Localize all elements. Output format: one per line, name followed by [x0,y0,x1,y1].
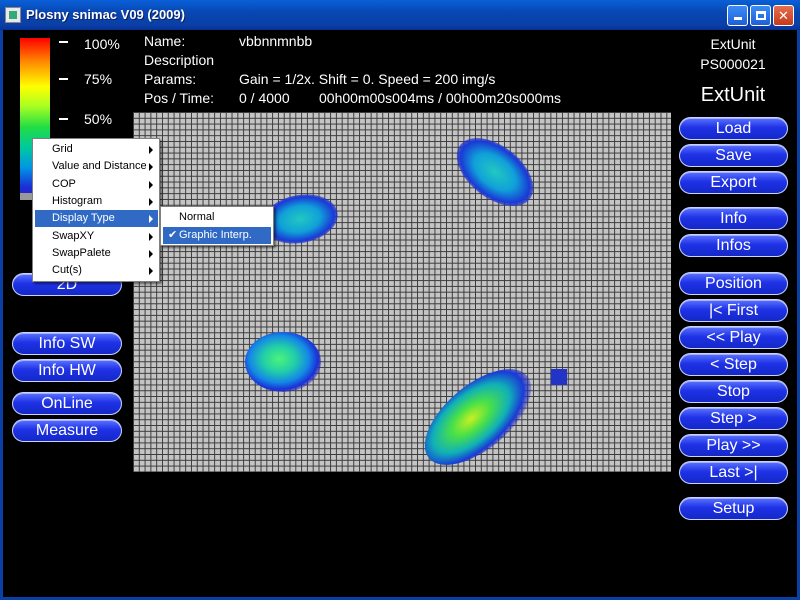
name-label: Name: [144,33,186,49]
window-title: Plosny snimac V09 (2009) [26,7,185,22]
save-button[interactable]: Save [679,144,788,167]
unit-serial: PS000021 [700,56,766,72]
submenu-arrow-icon [149,163,153,171]
minimize-icon [733,17,742,20]
submenu-arrow-icon [149,233,153,241]
menu-item-label: SwapPalete [52,247,111,259]
online-button[interactable]: OnLine [12,392,122,415]
measure-button[interactable]: Measure [12,419,122,442]
submenu-arrow-icon [149,250,153,258]
menu-item-label: COP [52,178,76,190]
play-forward-button[interactable]: Play >> [679,434,788,457]
scale-label-75: 75% [84,71,113,87]
submenu-item-label: Normal [179,211,215,223]
infos-button[interactable]: Infos [679,234,788,257]
submenu-item-normal[interactable]: Normal [163,209,271,226]
stop-button[interactable]: Stop [679,380,788,403]
menu-item-value-and-distance[interactable]: Value and Distance [35,158,158,175]
play-back-button[interactable]: << Play [679,326,788,349]
last-button[interactable]: Last >| [679,461,788,484]
scale-tick-75 [59,78,68,80]
unit-name: ExtUnit [710,36,756,52]
maximize-icon [755,11,766,20]
scale-label-50: 50% [84,111,113,127]
menu-item-label: Value and Distance [52,160,147,172]
display-type-submenu: Normal ✔ Graphic Interp. [160,206,274,246]
pressure-blob [424,369,532,465]
menu-item-label: Cut(s) [52,264,82,276]
position-button[interactable]: Position [679,272,788,295]
menu-item-display-type[interactable]: Display Type [35,210,158,227]
pressure-blob [456,138,534,206]
menu-item-label: Histogram [52,195,103,207]
export-button[interactable]: Export [679,171,788,194]
close-button[interactable]: ✕ [773,5,794,26]
time-value: 00h00m00s004ms / 00h00m20s000ms [319,90,562,106]
checkmark-icon: ✔ [168,229,178,241]
unit-title: ExtUnit [700,84,766,106]
scale-label-100: 100% [84,36,120,52]
submenu-arrow-icon [149,181,153,189]
submenu-arrow-icon [149,198,153,206]
app-icon[interactable] [5,7,21,23]
menu-item-label: SwapXY [52,230,95,242]
submenu-arrow-icon [149,267,153,275]
menu-item-histogram[interactable]: Histogram [35,193,158,210]
pressure-blob [245,332,321,392]
params-value: Gain = 1/2x. Shift = 0. Speed = 200 img/… [239,71,496,87]
title-bar[interactable]: Plosny snimac V09 (2009) ✕ [0,0,800,30]
params-label: Params: [144,71,197,87]
scale-tick-100 [59,41,68,43]
pressure-dot [551,369,567,385]
pressure-grid[interactable] [133,112,671,472]
menu-item-swapxy[interactable]: SwapXY [35,228,158,245]
pressure-map [245,138,567,465]
step-back-button[interactable]: < Step [679,353,788,376]
pos-value: 0 / 4000 [239,90,290,106]
submenu-arrow-icon [149,215,153,223]
minimize-button[interactable] [727,5,748,26]
info-button[interactable]: Info [679,207,788,230]
submenu-item-graphic-interp[interactable]: ✔ Graphic Interp. [163,227,271,244]
menu-item-label: Grid [52,143,73,155]
name-value: vbbnnmnbb [239,33,313,49]
submenu-arrow-icon [149,146,153,154]
submenu-item-label: Graphic Interp. [179,229,252,241]
menu-item-cop[interactable]: COP [35,176,158,193]
step-forward-button[interactable]: Step > [679,407,788,430]
info-hw-button[interactable]: Info HW [12,359,122,382]
first-button[interactable]: |< First [679,299,788,322]
description-label: Description [144,52,215,68]
maximize-button[interactable] [750,5,771,26]
menu-item-cuts[interactable]: Cut(s) [35,262,158,279]
context-menu: Grid Value and Distance COP Histogram Di… [32,138,160,282]
menu-item-grid[interactable]: Grid [35,141,158,158]
setup-button[interactable]: Setup [679,497,788,520]
menu-item-swappalete[interactable]: SwapPalete [35,245,158,262]
close-icon: ✕ [778,8,789,23]
pos-time-label: Pos / Time: [144,90,215,106]
info-sw-button[interactable]: Info SW [12,332,122,355]
menu-item-label: Display Type [52,212,115,224]
load-button[interactable]: Load [679,117,788,140]
scale-tick-50 [59,118,68,120]
